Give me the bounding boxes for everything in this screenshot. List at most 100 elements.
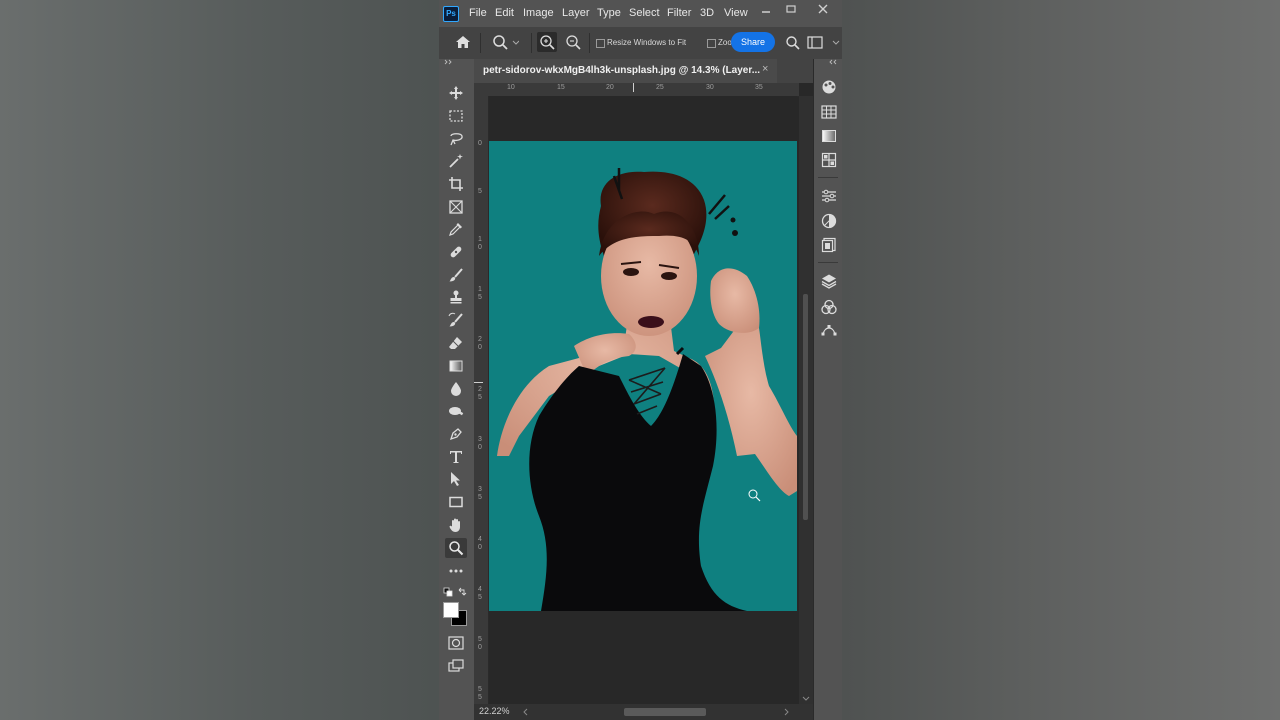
color-panel-icon[interactable] bbox=[821, 79, 837, 95]
patterns-icon[interactable] bbox=[821, 152, 837, 168]
menu-view[interactable]: View bbox=[724, 7, 748, 19]
vertical-scrollbar[interactable] bbox=[799, 96, 813, 707]
workspace-icon[interactable] bbox=[807, 36, 841, 50]
adjustments-icon[interactable] bbox=[821, 213, 837, 229]
collapse-right-panel-icon[interactable] bbox=[817, 59, 839, 65]
brush-tool-icon[interactable] bbox=[445, 265, 467, 285]
libraries-icon[interactable] bbox=[821, 237, 837, 253]
crop-tool-icon[interactable] bbox=[445, 174, 467, 194]
resize-windows-label: Resize Windows to Fit bbox=[607, 38, 687, 47]
ruler-label: 1 5 bbox=[478, 286, 482, 301]
menu-edit[interactable]: Edit bbox=[495, 7, 514, 19]
panel-divider bbox=[818, 177, 838, 178]
swatches-icon[interactable] bbox=[821, 104, 837, 120]
dodge-tool-icon[interactable] bbox=[445, 401, 467, 421]
ruler-label: 3 0 bbox=[478, 436, 482, 451]
scroll-left-icon[interactable] bbox=[522, 708, 528, 716]
search-icon[interactable] bbox=[785, 35, 801, 51]
gradients-icon[interactable] bbox=[821, 128, 837, 144]
menu-file[interactable]: File bbox=[469, 7, 487, 19]
right-panel-strip bbox=[813, 59, 842, 720]
right-eye bbox=[661, 272, 677, 280]
properties-icon[interactable] bbox=[821, 188, 837, 204]
path-selection-icon[interactable] bbox=[445, 469, 467, 489]
zoom-in-icon[interactable] bbox=[537, 32, 557, 52]
vertical-scroll-thumb[interactable] bbox=[803, 294, 808, 520]
ruler-label: 25 bbox=[656, 84, 664, 91]
resize-windows-checkbox[interactable] bbox=[596, 39, 605, 48]
ruler-label: 30 bbox=[706, 84, 714, 91]
eyedropper-icon[interactable] bbox=[445, 219, 467, 239]
history-brush-icon[interactable] bbox=[445, 310, 467, 330]
separator bbox=[589, 33, 590, 53]
zoom-out-icon[interactable] bbox=[563, 32, 583, 52]
layers-icon[interactable] bbox=[821, 273, 837, 289]
default-colors-icon[interactable] bbox=[443, 587, 453, 597]
menu-type[interactable]: Type bbox=[597, 7, 621, 19]
photoshop-window: Ps File Edit Image Layer Type Select Fil… bbox=[439, 0, 842, 720]
hair-ornament bbox=[730, 217, 736, 223]
ruler-label: 3 5 bbox=[478, 486, 482, 501]
channels-icon[interactable] bbox=[821, 299, 837, 315]
ruler-label: 15 bbox=[557, 84, 565, 91]
close-window-icon[interactable] bbox=[818, 4, 828, 14]
document-tab-bar: petr-sidorov-wkxMgB4lh3k-unsplash.jpg @ … bbox=[474, 59, 813, 83]
menu-layer[interactable]: Layer bbox=[562, 7, 590, 19]
hand-tool-icon[interactable] bbox=[445, 515, 467, 535]
clone-stamp-icon[interactable] bbox=[445, 287, 467, 307]
ruler-label: 5 bbox=[478, 188, 482, 195]
hair-ornament bbox=[732, 230, 738, 236]
quick-mask-icon[interactable] bbox=[448, 636, 464, 650]
separator bbox=[531, 33, 532, 53]
zoom-tool-preset-icon[interactable] bbox=[491, 33, 519, 53]
panel-divider bbox=[818, 262, 838, 263]
gradient-tool-icon[interactable] bbox=[445, 356, 467, 376]
document-tab[interactable]: petr-sidorov-wkxMgB4lh3k-unsplash.jpg @ … bbox=[474, 59, 777, 83]
paths-icon[interactable] bbox=[821, 322, 837, 338]
left-eye bbox=[623, 268, 639, 276]
ruler-label: 4 5 bbox=[478, 586, 482, 601]
minimize-icon[interactable] bbox=[761, 6, 771, 16]
ruler-label: 5 5 bbox=[478, 686, 482, 701]
magic-wand-icon[interactable] bbox=[445, 151, 467, 171]
frame-tool-icon[interactable] bbox=[445, 197, 467, 217]
more-tools-icon[interactable] bbox=[445, 561, 467, 581]
scroll-right-icon[interactable] bbox=[784, 708, 790, 716]
marquee-tool-icon[interactable] bbox=[445, 106, 467, 126]
blur-tool-icon[interactable] bbox=[445, 379, 467, 399]
lasso-tool-icon[interactable] bbox=[445, 129, 467, 149]
collapse-panel-icon[interactable] bbox=[444, 59, 454, 65]
menu-select[interactable]: Select bbox=[629, 7, 660, 19]
pen-tool-icon[interactable] bbox=[445, 424, 467, 444]
ruler-label: 0 bbox=[478, 140, 482, 147]
lips bbox=[638, 316, 664, 328]
canvas[interactable] bbox=[489, 96, 797, 707]
type-tool-icon[interactable] bbox=[445, 447, 467, 467]
zoom-level[interactable]: 22.22% bbox=[479, 706, 510, 716]
zoom-tool-icon[interactable] bbox=[445, 538, 467, 558]
menu-image[interactable]: Image bbox=[523, 7, 554, 19]
document-tab-title: petr-sidorov-wkxMgB4lh3k-unsplash.jpg @ … bbox=[483, 65, 761, 76]
ruler-corner bbox=[474, 83, 488, 96]
share-button[interactable]: Share bbox=[731, 32, 775, 52]
foreground-color-swatch[interactable] bbox=[443, 602, 459, 618]
close-tab-icon[interactable]: × bbox=[762, 63, 768, 75]
home-icon[interactable] bbox=[455, 35, 471, 49]
rectangle-tool-icon[interactable] bbox=[445, 492, 467, 512]
menu-filter[interactable]: Filter bbox=[667, 7, 691, 19]
zoom-all-windows-label: Zoo bbox=[718, 38, 732, 47]
move-tool-icon[interactable] bbox=[445, 83, 467, 103]
ruler-label: 1 0 bbox=[478, 236, 482, 251]
maximize-icon[interactable] bbox=[786, 4, 796, 14]
menu-3d[interactable]: 3D bbox=[700, 7, 714, 19]
options-bar: Resize Windows to Fit Zoo Share bbox=[439, 27, 842, 60]
healing-brush-icon[interactable] bbox=[445, 242, 467, 262]
screen-mode-icon[interactable] bbox=[448, 659, 464, 673]
scroll-down-icon[interactable] bbox=[802, 696, 810, 702]
eraser-icon[interactable] bbox=[445, 333, 467, 353]
document-image[interactable] bbox=[489, 96, 797, 707]
zoom-all-windows-checkbox[interactable] bbox=[707, 39, 716, 48]
ruler-label: 20 bbox=[606, 84, 614, 91]
horizontal-scroll-thumb[interactable] bbox=[624, 708, 706, 716]
swap-colors-icon[interactable] bbox=[457, 587, 467, 597]
